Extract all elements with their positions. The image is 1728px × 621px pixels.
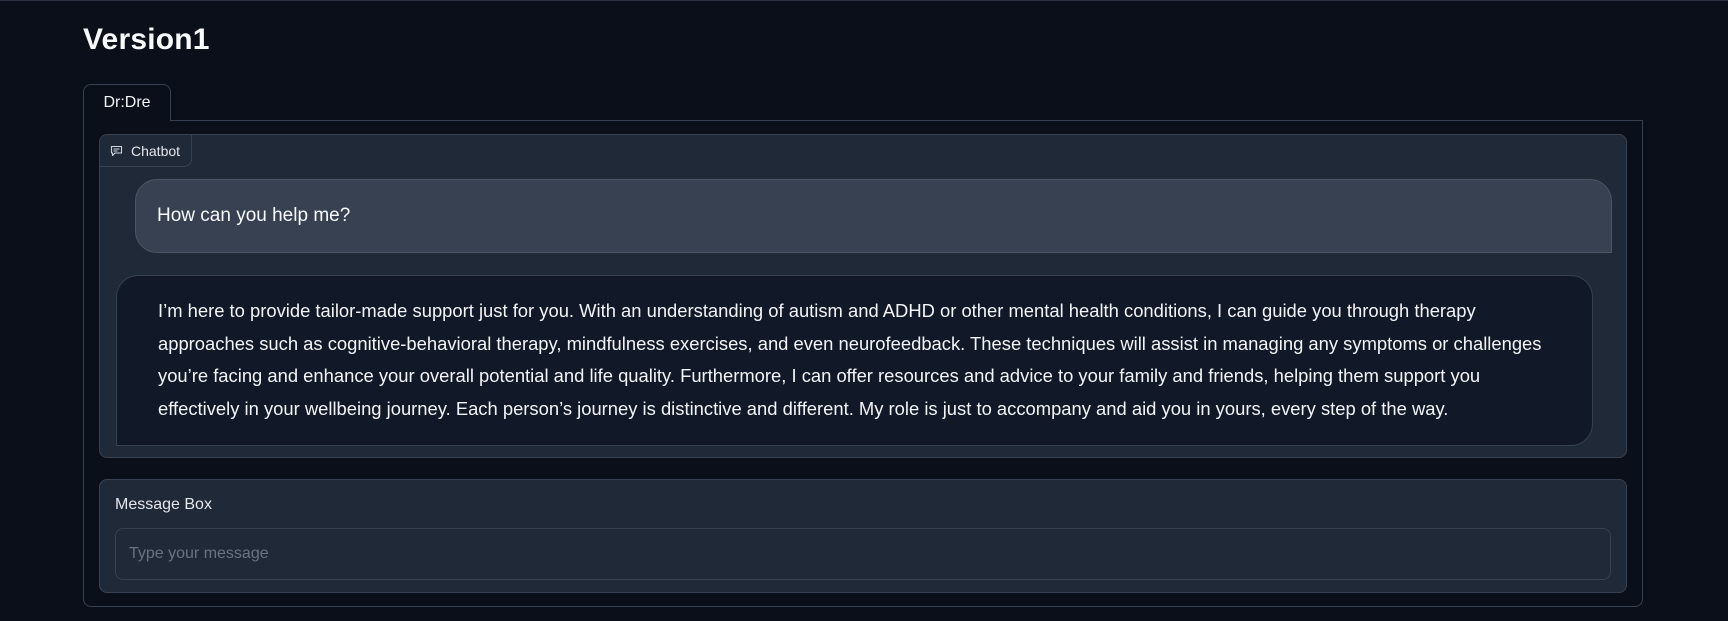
chat-bubble-icon: [110, 145, 123, 157]
message-box: Message Box: [99, 479, 1627, 593]
tab-dr-dre[interactable]: Dr:Dre: [83, 84, 171, 121]
chatbot-label: Chatbot: [100, 135, 193, 167]
message-box-label: Message Box: [115, 496, 212, 513]
app-title: Version1: [83, 23, 210, 56]
chatbot: Chatbot How can you help me? I’m here to…: [99, 134, 1627, 458]
chatbot-label-text: Chatbot: [131, 142, 181, 159]
message-input[interactable]: [115, 528, 1611, 580]
bot-message: I’m here to provide tailor-made support …: [116, 275, 1593, 446]
user-message: How can you help me?: [135, 179, 1612, 253]
